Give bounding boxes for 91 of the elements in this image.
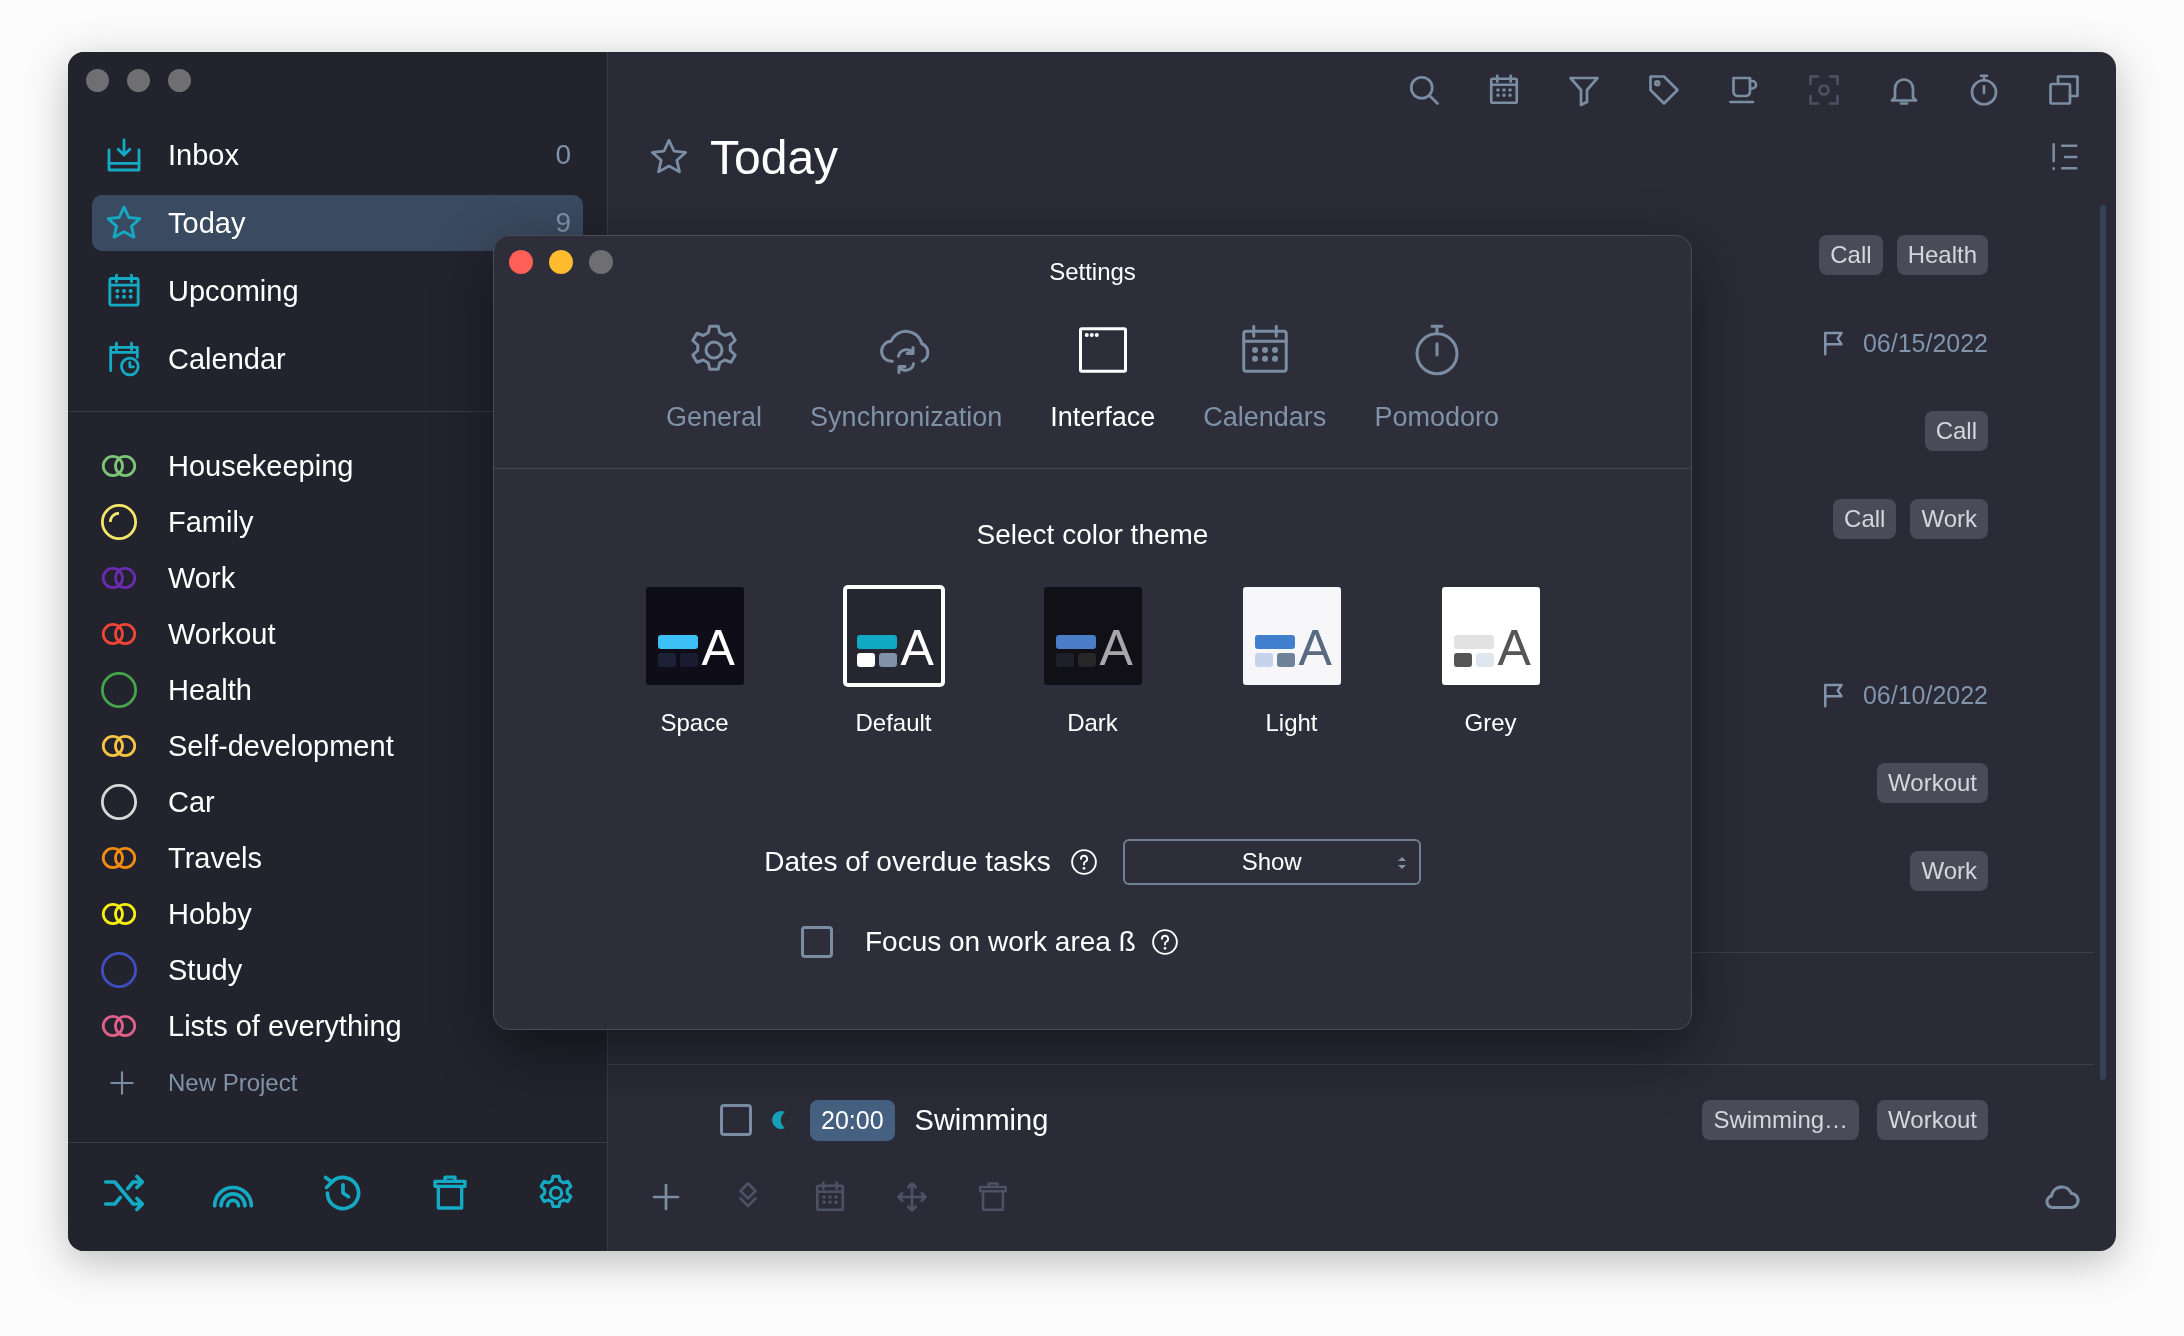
project-item[interactable]: Study [98,942,583,998]
project-name: Car [168,785,215,819]
project-item[interactable]: Family [98,494,583,550]
project-item[interactable]: Workout [98,606,583,662]
tag-icon[interactable] [1646,72,1682,108]
zoom-button[interactable] [589,250,613,274]
task-tag: Call [1924,411,1988,451]
help-icon[interactable] [1068,847,1099,877]
nav-label: Calendar [168,342,287,376]
item-count: 9 [555,207,571,239]
theme-name: Default [855,709,932,737]
project-item[interactable]: Hobby [98,886,583,942]
project-item[interactable]: Housekeeping [98,438,583,494]
theme-swatch[interactable]: A [1441,587,1540,685]
copy-icon[interactable] [2046,72,2082,108]
new-project-button[interactable]: New Project [98,1054,583,1112]
task-time: 20:00 [810,1099,895,1141]
nav-item[interactable]: Today 9 [92,195,583,251]
project-name: Housekeeping [168,449,354,483]
window-control-dot[interactable] [86,69,109,92]
panel-blocks-drawing [856,635,897,667]
nav-label: Inbox [168,138,240,172]
project-name: Study [168,953,243,987]
theme-sample-letter: A [900,623,934,673]
settings-tab[interactable]: General [654,292,775,468]
task-date: 06/10/2022 [1862,680,1988,710]
theme-swatch[interactable]: A [1043,587,1142,685]
project-name: Health [168,673,252,707]
project-item[interactable]: Travels [98,830,583,886]
dialog-title: Settings [1049,258,1136,286]
project-name: Lists of everything [168,1009,402,1043]
task-tag: Call [1819,235,1883,275]
task-tag: Health [1896,235,1988,275]
theme-sample-letter: A [1298,623,1332,673]
project-name: Family [168,505,254,539]
project-name: Self-development [168,729,394,763]
project-item[interactable]: Car [98,774,583,830]
theme-swatch[interactable]: A [844,587,943,685]
checkbox-label: Focus on work area ß [865,926,1136,958]
project-name: Hobby [168,897,252,931]
theme-sample-letter: A [1099,623,1133,673]
task-title: Swimming [914,1103,1050,1137]
project-name: Work [168,561,236,595]
project-item[interactable]: Lists of everything [98,998,583,1054]
theme-sample-letter: A [1497,623,1531,673]
task-tag: Workout [1877,763,1988,803]
theme-name: Light [1265,709,1318,737]
dropdown[interactable]: Show [1122,839,1421,885]
task-checkbox[interactable] [720,1104,752,1136]
updown-icon [1396,855,1407,871]
task-tag: Work [1910,499,1988,539]
checkbox[interactable] [801,926,833,958]
minimize-button[interactable] [549,250,573,274]
settings-tab[interactable]: Interface [1038,292,1168,468]
panel-blocks-drawing [657,635,698,667]
nav-item[interactable]: Calendar [92,331,583,387]
window-control-dot[interactable] [168,69,191,92]
settings-tab[interactable]: Calendars [1191,292,1339,468]
theme-sample-letter: A [701,623,735,673]
task-tag: Work [1910,851,1988,891]
theme-name: Space [660,709,729,737]
project-item[interactable]: Work [98,550,583,606]
nav-item[interactable]: Upcoming [92,263,583,319]
task-date: 06/15/2022 [1862,328,1988,358]
project-name: Travels [168,841,262,875]
settings-tab[interactable]: Synchronization [798,292,1015,468]
theme-swatch[interactable]: A [645,587,744,685]
task-tag: Swimming… [1702,1100,1860,1140]
panel-blocks-drawing [1055,635,1096,667]
project-name: Workout [168,617,276,651]
close-button[interactable] [509,250,533,274]
item-count: 0 [555,139,571,171]
project-item[interactable]: Health [98,662,583,718]
task-tag: Call [1833,499,1897,539]
nav-label: Upcoming [168,274,300,308]
window-control-dot[interactable] [127,69,150,92]
panel-blocks-drawing [1453,635,1494,667]
help-icon[interactable] [1149,927,1180,957]
scrollbar[interactable] [2100,205,2106,1080]
setting-label: Dates of overdue tasks [764,846,1051,878]
section-heading: Select color theme [975,519,1210,551]
theme-name: Dark [1067,709,1118,737]
panel-blocks-drawing [1254,635,1295,667]
settings-tab[interactable]: Pomodoro [1362,292,1511,468]
theme-name: Grey [1464,709,1517,737]
page-title: Today [710,129,840,185]
nav-label: Today [168,206,247,240]
project-item[interactable]: Self-development [98,718,583,774]
nav-item[interactable]: Inbox 0 [92,127,583,183]
task-tag: Workout [1877,1100,1988,1140]
theme-swatch[interactable]: A [1242,587,1341,685]
